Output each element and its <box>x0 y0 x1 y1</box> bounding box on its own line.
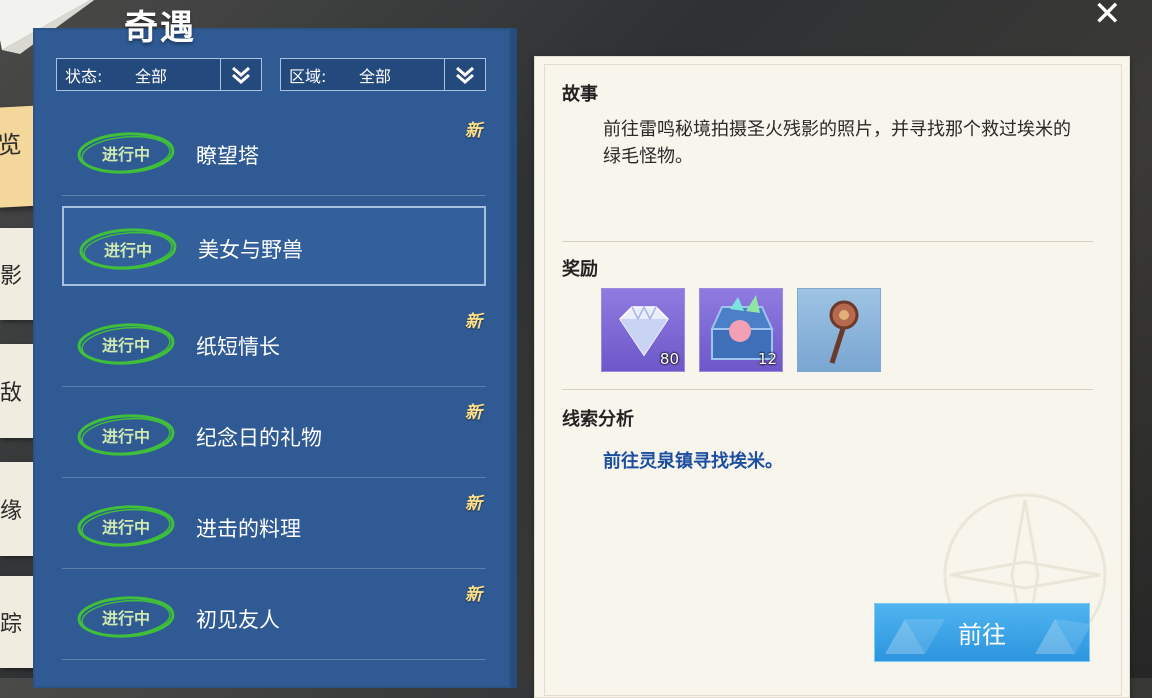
side-tab-shadow[interactable]: 影 <box>0 228 34 320</box>
chevron-down-icon[interactable] <box>220 59 261 90</box>
clue-text[interactable]: 前往灵泉镇寻找埃米。 <box>603 447 783 473</box>
side-tab-trace[interactable]: 踪 <box>0 576 34 668</box>
chevron-down-icon[interactable] <box>444 59 485 90</box>
story-text: 前往雷鸣秘境拍摄圣火残影的照片，并寻找那个救过埃米的绿毛怪物。 <box>603 119 1071 167</box>
quest-item[interactable]: 进行中 纪念日的礼物 新 <box>62 388 486 478</box>
story-title: 故事 <box>562 84 598 105</box>
quest-name: 瞭望塔 <box>196 144 259 168</box>
reward-item[interactable]: 12 <box>699 288 783 372</box>
in-progress-stamp: 进行中 <box>76 503 176 549</box>
quest-name: 纪念日的礼物 <box>196 426 322 450</box>
in-progress-stamp: 进行中 <box>76 130 176 176</box>
page-title: 奇遇 <box>124 8 196 48</box>
reward-item[interactable] <box>797 288 881 372</box>
status-filter[interactable]: 状态: 全部 <box>56 58 262 91</box>
divider <box>562 241 1093 242</box>
new-badge: 新 <box>465 121 482 141</box>
quest-item[interactable]: 进行中 纸短情长 新 <box>62 297 486 387</box>
quest-list: 进行中 瞭望塔 新 进行中 美女与野兽 进行中 纸短情长 新 进行中 纪念日的礼… <box>62 106 486 661</box>
new-badge: 新 <box>465 312 482 332</box>
in-progress-stamp: 进行中 <box>76 594 176 640</box>
quest-name: 纸短情长 <box>196 335 280 359</box>
in-progress-stamp: 进行中 <box>76 412 176 458</box>
go-button-label: 前往 <box>958 621 1006 649</box>
reward-count: 12 <box>757 350 777 368</box>
quest-item-selected[interactable]: 进行中 美女与野兽 <box>62 206 486 286</box>
status-filter-value: 全部 <box>135 66 168 86</box>
divider <box>562 389 1093 390</box>
quest-item[interactable]: 进行中 进击的料理 新 <box>62 479 486 569</box>
go-button[interactable]: 前往 <box>874 603 1090 662</box>
region-filter-label: 区域: <box>289 66 327 86</box>
in-progress-stamp: 进行中 <box>78 226 178 272</box>
quest-item[interactable]: 进行中 初见友人 新 <box>62 570 486 660</box>
quest-name: 进击的料理 <box>196 517 301 541</box>
in-progress-stamp: 进行中 <box>76 321 176 367</box>
new-badge: 新 <box>465 585 482 605</box>
region-filter[interactable]: 区域: 全部 <box>280 58 486 91</box>
quest-item[interactable]: 进行中 瞭望塔 新 <box>62 106 486 196</box>
close-icon[interactable]: ✕ <box>1093 0 1122 34</box>
quest-name: 美女与野兽 <box>198 238 303 262</box>
new-badge: 新 <box>465 403 482 423</box>
reward-item[interactable]: 80 <box>601 288 685 372</box>
reward-title: 奖励 <box>562 259 598 280</box>
region-filter-value: 全部 <box>359 66 392 86</box>
clue-title: 线索分析 <box>562 409 634 430</box>
side-tab-enemy[interactable]: 敌 <box>0 344 34 438</box>
reward-count: 80 <box>659 350 679 368</box>
status-filter-label: 状态: <box>65 66 103 86</box>
quest-name: 初见友人 <box>196 608 280 632</box>
side-tab-fate[interactable]: 缘 <box>0 462 34 556</box>
staff-icon <box>829 300 859 364</box>
new-badge: 新 <box>465 494 482 514</box>
